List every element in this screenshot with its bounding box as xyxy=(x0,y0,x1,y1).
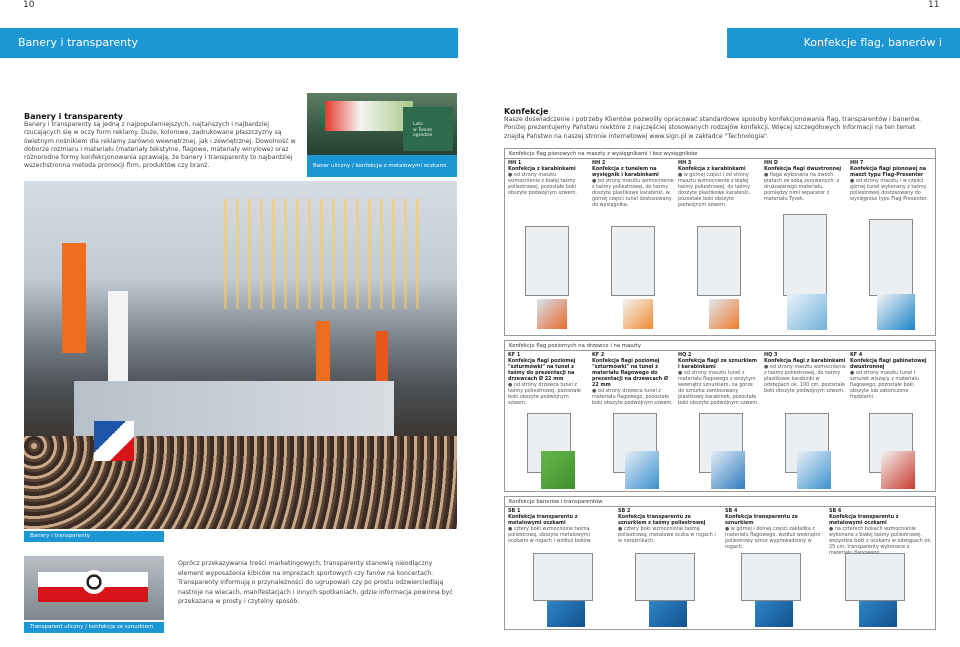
intro-title: Banery i transparenty xyxy=(24,112,123,121)
caption-street-banner: Baner uliczny / konfekcja z metalowymi o… xyxy=(307,155,457,177)
caption-street-transparent: Transparent uliczny / konfekcja ze sznur… xyxy=(24,622,164,633)
konfekcja-sb1: SB 1 Konfekcja transparentu z metalowymi … xyxy=(508,508,592,544)
thumb-hh2 xyxy=(623,299,653,329)
diagram-hh3 xyxy=(697,226,741,296)
header-bar-right: Konfekcje flag, banerów i transparentów xyxy=(727,28,960,79)
konfekcja-kf1: KF 1 Konfekcja flagi poziomej "szturmówki… xyxy=(508,352,581,406)
banner-graphic-2: Lato w Twoim ogrodzie xyxy=(403,107,453,151)
section-banners: Konfekcje banerów i transparentów SB 1 Ko… xyxy=(504,496,936,630)
diagram-hh2 xyxy=(611,226,655,296)
thumb-sb4 xyxy=(755,601,793,627)
crowd xyxy=(24,436,457,529)
thumb-kf4 xyxy=(881,451,915,489)
diagram-sb1 xyxy=(533,553,593,601)
intro-block: Banery i transparenty Banery i transpare… xyxy=(24,112,296,170)
konfekcja-hq3: HQ 3 Konfekcja flagi z karabinkami ● od st… xyxy=(764,352,846,394)
photo-stadium xyxy=(24,181,457,529)
banner-text: Lato w Twoim ogrodzie xyxy=(413,122,433,138)
konfekcja-sb6: SB 6 Konfekcja transparentu z metalowymi … xyxy=(829,508,932,556)
thumb-hh7 xyxy=(877,294,915,330)
konfekcja-kf4: KF 4 Konfekcja flagi gabinetowej dwustron… xyxy=(850,352,927,400)
section-title: Konfekcje flag pionowych na maszty z wys… xyxy=(505,149,935,159)
header-title-left: Banery i transparenty xyxy=(18,36,138,49)
konfekcja-hh7: HH 7 Konfekcja flagi pionowej na maszt ty… xyxy=(850,160,928,202)
banner-graphic xyxy=(325,101,413,131)
thumb-sb1 xyxy=(547,601,585,627)
caption-stadium: Banery i transparenty xyxy=(24,531,164,542)
konfekcja-hh3: HH 3 Konfekcja z karabinkami ● w górnej cz… xyxy=(678,160,751,208)
diagram-sb4 xyxy=(741,553,801,601)
section-title: Konfekcje flag poziomych na drzewce i na… xyxy=(505,341,935,351)
page-number-right: 11 xyxy=(928,0,940,10)
thumb-sb2 xyxy=(649,601,687,627)
section-title: Konfekcje banerów i transparentów xyxy=(505,497,935,507)
thumb-sb6 xyxy=(859,601,897,627)
konfekcje-block: Konfekcje Nasze doświadczenie i potrzeby… xyxy=(504,107,936,141)
thumb-hq3 xyxy=(797,451,831,489)
konfekcja-hh1: HH 1 Konfekcja z karabinkami ● od strony m… xyxy=(508,160,577,196)
photo-street-transparent xyxy=(24,556,164,620)
konfekcje-text: Nasze doświadczenie i potrzeby Klientów … xyxy=(504,116,921,140)
konfekcje-title: Konfekcje xyxy=(504,107,549,116)
stadium-lights xyxy=(224,199,424,309)
konfekcja-hq2: HQ 2 Konfekcja flagi ze sznurkiem i karab… xyxy=(678,352,759,406)
flag-orange-1 xyxy=(62,243,86,353)
section-horizontal-flags: Konfekcje flag poziomych na drzewce i na… xyxy=(504,340,936,492)
diagram-hh7 xyxy=(869,219,913,296)
thumb-hh1 xyxy=(537,299,567,329)
thumb-hhd xyxy=(787,294,827,330)
football-icon xyxy=(82,570,106,594)
body-text: Oprócz przekazywania treści marketingowy… xyxy=(178,560,453,605)
thumb-hh3 xyxy=(709,299,739,329)
thumb-hq2 xyxy=(711,451,745,489)
section-vertical-flags: Konfekcje flag pionowych na maszty z wys… xyxy=(504,148,936,336)
diagram-sb6 xyxy=(845,553,905,601)
thumb-kf2 xyxy=(625,451,659,489)
konfekcja-sb2: SB 2 Konfekcja transparentu ze sznurkiem … xyxy=(618,508,716,544)
thumb-kf1 xyxy=(541,451,575,489)
konfekcja-hhd: HH D Konfekcja flagi dwustronnej ● flaga w… xyxy=(764,160,842,202)
konfekcja-kf2: KF 2 Konfekcja flagi poziomej "szturmówki… xyxy=(592,352,673,406)
photo-street-banner: Lato w Twoim ogrodzie Baner uliczny / ko… xyxy=(307,93,457,177)
diagram-sb2 xyxy=(635,553,695,601)
intro-text: Banery i transparenty są jedną z najpopu… xyxy=(24,121,296,170)
header-title-right: Konfekcje flag, banerów i transparentów xyxy=(803,36,942,79)
header-bar-left: Banery i transparenty xyxy=(0,28,458,58)
page-number-left: 10 xyxy=(23,0,35,10)
konfekcja-hh2: HH 2 Konfekcja z tunelem na wysięgnik i k… xyxy=(592,160,674,208)
diagram-hh1 xyxy=(525,226,569,296)
konfekcja-sb4: SB 4 Konfekcja transparentu ze sznurkiem ●… xyxy=(725,508,821,550)
czech-flag xyxy=(94,421,134,461)
diagram-hhd xyxy=(783,214,827,296)
flag-white-1 xyxy=(108,291,128,381)
